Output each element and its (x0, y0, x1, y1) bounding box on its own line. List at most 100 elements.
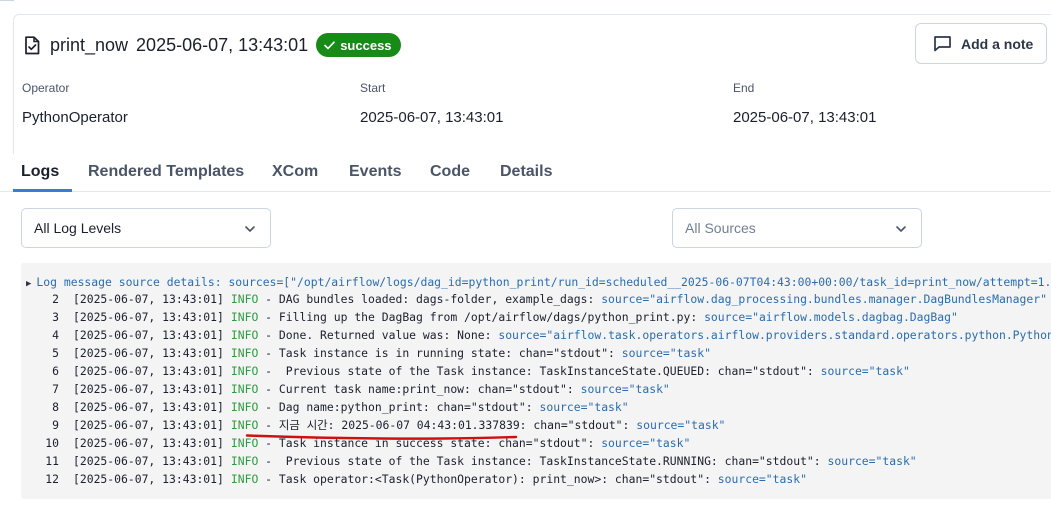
log-line-number: 6 (52, 364, 59, 378)
task-title-row: print_now 2025-06-07, 13:43:01 success (24, 31, 401, 59)
log-line-number: 4 (52, 328, 59, 342)
log-level-select-value: All Log Levels (34, 220, 122, 236)
log-line-number: 9 (52, 418, 59, 432)
log-line-number: 10 (45, 436, 59, 450)
log-source-details-text: Log message source details: sources=["/o… (36, 275, 1051, 289)
log-level: INFO (230, 382, 259, 396)
log-message: - Previous state of the Task instance: T… (258, 454, 828, 468)
log-timestamp: [2025-06-07, 13:43:01] (73, 292, 224, 306)
log-level: INFO (230, 454, 259, 468)
log-line-number: 3 (52, 310, 59, 324)
task-name: print_now (50, 34, 129, 55)
log-timestamp: [2025-06-07, 13:43:01] (73, 472, 224, 486)
log-source: source="task" (820, 364, 910, 378)
log-line-number: 2 (52, 292, 59, 306)
log-timestamp: [2025-06-07, 13:43:01] (73, 346, 224, 360)
operator-value: PythonOperator (22, 109, 128, 126)
log-line: 6 [2025-06-07, 13:43:01] INFO - Previous s… (21, 362, 1051, 380)
tab-events[interactable]: Events (349, 163, 401, 181)
log-message: - Done. Returned value was: None: (258, 328, 499, 342)
log-timestamp: [2025-06-07, 13:43:01] (73, 418, 224, 432)
log-line: 12 [2025-06-07, 13:43:01] INFO - Task oper… (21, 470, 1051, 488)
operator-label: Operator (22, 81, 70, 95)
red-underline-annotation (245, 434, 518, 440)
log-source: source="task" (601, 436, 691, 450)
start-label: Start (360, 81, 386, 95)
end-value: 2025-06-07, 13:43:01 (733, 109, 877, 126)
log-source: source="task" (636, 418, 726, 432)
log-source: source="task" (580, 382, 670, 396)
log-level: INFO (230, 328, 259, 342)
tab-rendered-templates[interactable]: Rendered Templates (88, 163, 244, 181)
log-timestamp: [2025-06-07, 13:43:01] (73, 436, 224, 450)
task-tabs: Logs Rendered Templates XCom Events Code… (0, 152, 1051, 192)
task-date: 2025-06-07, 13:43:01 (136, 34, 309, 55)
log-message: - Filling up the DagBag from /opt/airflo… (258, 310, 705, 324)
log-line: 11 [2025-06-07, 13:43:01] INFO - Previous … (21, 452, 1051, 470)
tab-xcom[interactable]: XCom (272, 163, 318, 181)
log-message: - Dag name:python_print: chan="stdout": (258, 400, 540, 414)
log-source: source="task" (621, 346, 711, 360)
log-source: source="airflow.dag_processing.bundles.m… (601, 292, 1047, 306)
end-label: End (733, 81, 755, 95)
log-line-number: 5 (52, 346, 59, 360)
log-message: - Task operator:<Task(PythonOperator): p… (258, 472, 718, 486)
log-line: 8 [2025-06-07, 13:43:01] INFO - Dag name:p… (21, 398, 1051, 416)
active-tab-indicator (13, 189, 72, 192)
chevron-down-icon (895, 222, 907, 238)
log-line: 9 [2025-06-07, 13:43:01] INFO - 지금 시간: 202… (21, 416, 1051, 434)
log-timestamp: [2025-06-07, 13:43:01] (73, 400, 224, 414)
log-viewer[interactable]: ▶ Log message source details: sources=["/… (21, 263, 1051, 499)
log-level: INFO (230, 400, 259, 414)
log-line-number: 7 (52, 382, 59, 396)
log-line: 7 [2025-06-07, 13:43:01] INFO - Current ta… (21, 380, 1051, 398)
log-level: INFO (230, 292, 259, 306)
log-line-number: 8 (52, 400, 59, 414)
log-source: source="airflow.models.dagbag.DagBag" (704, 310, 958, 324)
log-message: - DAG bundles loaded: dags-folder, examp… (258, 292, 602, 306)
log-line: 3 [2025-06-07, 13:43:01] INFO - Filling up… (21, 308, 1051, 326)
log-level: INFO (230, 346, 259, 360)
file-check-icon (24, 35, 42, 55)
log-line: 2 [2025-06-07, 13:43:01] INFO - DAG bundle… (21, 290, 1051, 308)
log-message: - Previous state of the Task instance: T… (258, 364, 821, 378)
log-timestamp: [2025-06-07, 13:43:01] (73, 364, 224, 378)
add-note-button[interactable]: Add a note (915, 23, 1047, 64)
log-message: - 지금 시간: 2025-06-07 04:43:01.337839: cha… (258, 418, 637, 432)
status-badge-label: success (340, 37, 392, 53)
disclosure-triangle-icon: ▶ (26, 279, 32, 289)
log-timestamp: [2025-06-07, 13:43:01] (73, 310, 224, 324)
top-border-fragment (0, 0, 14, 4)
tab-details[interactable]: Details (500, 163, 552, 181)
chevron-down-icon (244, 222, 256, 238)
log-level: INFO (230, 472, 259, 486)
tab-logs[interactable]: Logs (21, 163, 59, 181)
sources-select[interactable]: All Sources (672, 208, 922, 248)
log-message: - Task instance is in running state: cha… (258, 346, 622, 360)
log-timestamp: [2025-06-07, 13:43:01] (73, 328, 224, 342)
log-line: 4 [2025-06-07, 13:43:01] INFO - Done. Retu… (21, 326, 1051, 344)
log-level: INFO (230, 364, 259, 378)
log-source: source="task" (717, 472, 807, 486)
tab-code[interactable]: Code (430, 163, 470, 181)
sources-select-value: All Sources (685, 220, 756, 236)
log-line: 10 [2025-06-07, 13:43:01] INFO - Task inst… (21, 434, 1051, 452)
add-note-label: Add a note (961, 35, 1034, 52)
check-icon (324, 40, 336, 50)
log-line-number: 12 (45, 472, 59, 486)
log-level: INFO (230, 310, 259, 324)
log-source: source="task" (539, 400, 629, 414)
log-message: - Current task name:print_now: chan="std… (258, 382, 581, 396)
log-line-number: 11 (45, 454, 59, 468)
log-source: source="airflow.task.operators.airflow.p… (498, 328, 1051, 342)
log-line: 5 [2025-06-07, 13:43:01] INFO - Task insta… (21, 344, 1051, 362)
status-badge: success (316, 33, 401, 57)
log-level: INFO (230, 418, 259, 432)
start-value: 2025-06-07, 13:43:01 (360, 109, 504, 126)
log-timestamp: [2025-06-07, 13:43:01] (73, 454, 224, 468)
log-lines: 2 [2025-06-07, 13:43:01] INFO - DAG bundle… (21, 290, 1051, 488)
message-square-icon (933, 35, 952, 52)
log-source: source="task" (827, 454, 917, 468)
log-level-select[interactable]: All Log Levels (21, 208, 271, 248)
log-timestamp: [2025-06-07, 13:43:01] (73, 382, 224, 396)
